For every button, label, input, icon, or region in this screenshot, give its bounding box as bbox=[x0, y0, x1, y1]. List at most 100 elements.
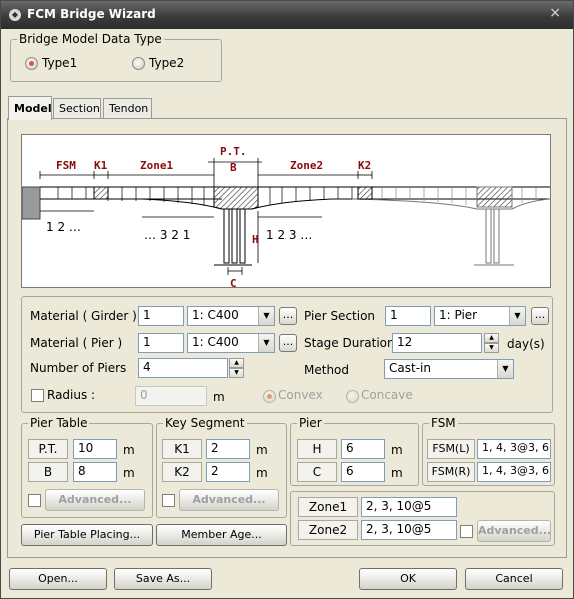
material-pier-number-input[interactable]: 1 bbox=[138, 333, 184, 353]
zone2-input[interactable]: 2, 3, 10@5 bbox=[361, 520, 457, 540]
tab-tendon[interactable]: Tendon bbox=[103, 98, 152, 118]
zones-advanced-checkbox[interactable] bbox=[460, 525, 473, 538]
method-label: Method bbox=[304, 363, 350, 377]
pier-section-number-input[interactable]: 1 bbox=[385, 306, 431, 326]
method-select[interactable]: Cast-in ▼ bbox=[384, 359, 514, 379]
convex-label[interactable]: Convex bbox=[278, 388, 323, 402]
zone1-input[interactable]: 2, 3, 10@5 bbox=[361, 497, 457, 517]
pier-section-value: 1: Pier bbox=[439, 308, 478, 322]
c-label: C bbox=[297, 462, 337, 482]
bridge-diagram-svg: FSM K1 Zone1 P.T. B Zone2 K2 H C 1 2 … …… bbox=[21, 145, 551, 290]
type2-radio[interactable] bbox=[132, 57, 145, 70]
zone1-label: Zone1 bbox=[298, 497, 358, 517]
close-icon[interactable]: × bbox=[549, 5, 561, 21]
spin-up-icon[interactable]: ▲ bbox=[484, 333, 499, 343]
window-title: FCM Bridge Wizard bbox=[27, 7, 156, 21]
concave-label[interactable]: Concave bbox=[361, 388, 413, 402]
pt-label: P.T. bbox=[28, 439, 68, 459]
chevron-down-icon[interactable]: ▼ bbox=[258, 334, 274, 352]
material-girder-label: Material ( Girder ) bbox=[30, 309, 137, 323]
b-dim-label: B bbox=[230, 161, 237, 174]
num-piers-label: Number of Piers bbox=[30, 361, 127, 375]
spin-down-icon[interactable]: ▼ bbox=[484, 343, 499, 353]
fsm-dim-label: FSM bbox=[56, 159, 76, 172]
key-segment-k2 bbox=[357, 186, 373, 200]
key-segment-advanced-button[interactable]: Advanced... bbox=[179, 489, 279, 511]
fsm-left-input[interactable]: 1, 4, 3@3, 6 bbox=[477, 439, 551, 459]
ok-button[interactable]: OK bbox=[359, 568, 457, 590]
tab-section[interactable]: Section bbox=[53, 98, 101, 118]
pier-legend: Pier bbox=[299, 416, 322, 430]
concave-radio[interactable] bbox=[346, 390, 359, 403]
material-pier-value: 1: C400 bbox=[192, 335, 239, 349]
radius-label: Radius : bbox=[47, 388, 96, 402]
h-unit: m bbox=[391, 443, 403, 457]
k2-label: K2 bbox=[162, 462, 202, 482]
chevron-down-icon[interactable]: ▼ bbox=[258, 307, 274, 325]
fsm-right-input[interactable]: 1, 4, 3@3, 6 bbox=[477, 462, 551, 482]
zones-advanced-button[interactable]: Advanced... bbox=[477, 520, 551, 542]
pt-input[interactable]: 10 bbox=[73, 439, 117, 459]
tab-model[interactable]: Model bbox=[8, 96, 52, 120]
pt-dim-label: P.T. bbox=[220, 145, 247, 158]
b-input[interactable]: 8 bbox=[73, 462, 117, 482]
spin-up-icon[interactable]: ▲ bbox=[229, 358, 244, 368]
material-pier-browse-button[interactable]: ... bbox=[279, 334, 297, 352]
c-dim-label: C bbox=[230, 277, 237, 287]
pier-table-block bbox=[213, 186, 259, 210]
k1-label: K1 bbox=[162, 439, 202, 459]
k1-dim-label: K1 bbox=[94, 159, 108, 172]
zone2-label: Zone2 bbox=[298, 520, 358, 540]
radius-input[interactable]: 0 bbox=[135, 386, 207, 406]
spin-down-icon[interactable]: ▼ bbox=[229, 368, 244, 378]
fcm-bridge-wizard-window: ◆ FCM Bridge Wizard × Bridge Model Data … bbox=[0, 0, 574, 599]
zone2-dim-label: Zone2 bbox=[290, 159, 323, 172]
pier-section-browse-button[interactable]: ... bbox=[531, 307, 549, 325]
cancel-button[interactable]: Cancel bbox=[465, 568, 563, 590]
num-piers-input[interactable]: 4 bbox=[138, 358, 228, 378]
c-input[interactable]: 6 bbox=[341, 462, 385, 482]
pier-section-label: Pier Section bbox=[304, 309, 376, 323]
bridge-diagram: FSM K1 Zone1 P.T. B Zone2 K2 H C 1 2 … …… bbox=[21, 134, 551, 290]
material-girder-select[interactable]: 1: C400 ▼ bbox=[187, 306, 275, 326]
window-menu-icon[interactable]: ◆ bbox=[9, 9, 21, 21]
right-segment-seq: 1 2 3 … bbox=[266, 228, 312, 242]
c-unit: m bbox=[391, 466, 403, 480]
chevron-down-icon[interactable]: ▼ bbox=[497, 360, 513, 378]
save-as-button[interactable]: Save As... bbox=[114, 568, 212, 590]
type1-label[interactable]: Type1 bbox=[42, 56, 77, 70]
key-segment-advanced-checkbox[interactable] bbox=[162, 494, 175, 507]
mid-segment-seq: … 3 2 1 bbox=[144, 228, 190, 242]
pier-section-select[interactable]: 1: Pier ▼ bbox=[434, 306, 526, 326]
h-input[interactable]: 6 bbox=[341, 439, 385, 459]
fsm-legend: FSM bbox=[431, 416, 456, 430]
material-girder-number-input[interactable]: 1 bbox=[138, 306, 184, 326]
zone1-dim-label: Zone1 bbox=[140, 159, 173, 172]
stage-duration-label: Stage Duration bbox=[304, 336, 395, 350]
chevron-down-icon[interactable]: ▼ bbox=[509, 307, 525, 325]
num-piers-spinner[interactable]: ▲ ▼ bbox=[229, 358, 244, 378]
type1-radio[interactable] bbox=[25, 57, 38, 70]
key-segment-legend: Key Segment bbox=[165, 416, 245, 430]
pt-unit: m bbox=[123, 443, 135, 457]
k1-unit: m bbox=[256, 443, 268, 457]
stage-duration-input[interactable]: 12 bbox=[392, 333, 482, 353]
fsm-left-label: FSM(L) bbox=[427, 439, 475, 459]
convex-radio[interactable] bbox=[263, 390, 276, 403]
radius-checkbox[interactable] bbox=[31, 389, 44, 402]
pier-table-placing-button[interactable]: Pier Table Placing... bbox=[21, 524, 153, 546]
material-pier-label: Material ( Pier ) bbox=[30, 336, 123, 350]
material-pier-select[interactable]: 1: C400 ▼ bbox=[187, 333, 275, 353]
pier-table-advanced-button[interactable]: Advanced... bbox=[45, 489, 145, 511]
k2-input[interactable]: 2 bbox=[206, 462, 250, 482]
b-label: B bbox=[28, 462, 68, 482]
k1-input[interactable]: 2 bbox=[206, 439, 250, 459]
material-girder-browse-button[interactable]: ... bbox=[279, 307, 297, 325]
b-unit: m bbox=[123, 466, 135, 480]
pier-table-advanced-checkbox[interactable] bbox=[28, 494, 41, 507]
method-value: Cast-in bbox=[389, 361, 431, 375]
stage-duration-spinner[interactable]: ▲ ▼ bbox=[484, 333, 499, 353]
member-age-button[interactable]: Member Age... bbox=[156, 524, 287, 546]
open-button[interactable]: Open... bbox=[9, 568, 107, 590]
type2-label[interactable]: Type2 bbox=[149, 56, 184, 70]
